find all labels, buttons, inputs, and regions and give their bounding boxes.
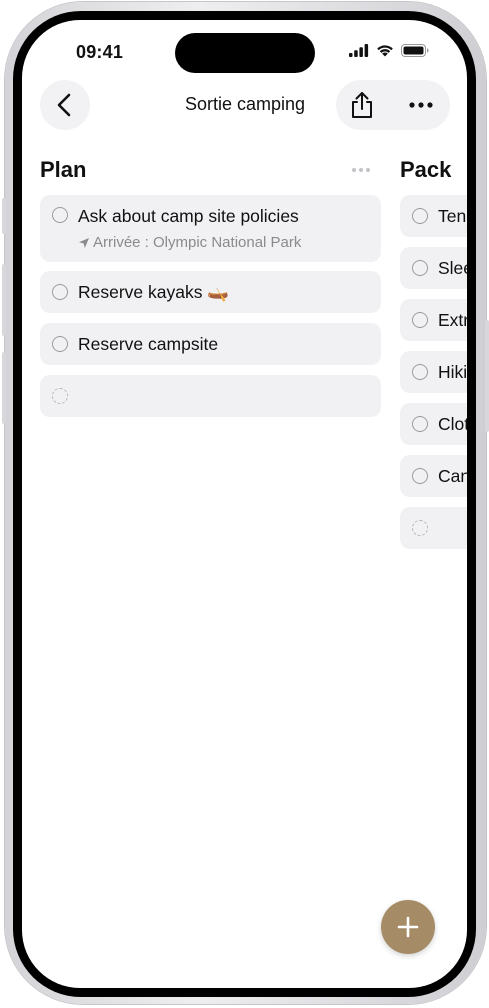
task-card[interactable]: Ten [400,195,467,237]
add-task-button[interactable] [381,900,435,954]
volume-down-button [2,352,6,424]
back-button[interactable] [40,80,90,130]
task-title: Ten [438,206,467,226]
task-checkbox[interactable] [412,468,428,484]
task-title: Can [438,466,467,486]
new-task-checkbox[interactable] [52,388,68,404]
plus-icon [397,916,419,938]
task-checkbox[interactable] [412,260,428,276]
canoe-emoji: 🛶 [207,282,230,302]
task-location-text: Arrivée : Olympic National Park [93,234,302,251]
battery-icon [401,44,429,57]
column-title-pack: Pack [400,157,452,182]
more-icon[interactable] [408,98,434,112]
status-icons [349,44,429,57]
task-title: Clot [438,414,467,434]
dynamic-island [175,33,315,73]
task-title-text: Reserve kayaks [78,282,203,302]
new-task-card[interactable] [40,375,381,417]
task-checkbox[interactable] [52,207,68,223]
task-card[interactable]: Reserve campsite [40,323,381,365]
new-task-checkbox[interactable] [412,520,428,536]
task-title: Hiki [438,362,467,382]
task-card[interactable]: Clot [400,403,467,445]
task-checkbox[interactable] [412,312,428,328]
task-card[interactable]: Reserve kayaks 🛶 [40,271,381,313]
power-button [485,320,489,432]
page-title: Sortie camping [184,94,306,114]
task-title: Reserve kayaks 🛶 [78,282,229,303]
task-checkbox[interactable] [52,284,68,300]
task-checkbox[interactable] [412,208,428,224]
task-card[interactable]: Extr [400,299,467,341]
task-card[interactable]: Slee [400,247,467,289]
chevron-left-icon [57,93,71,117]
status-time: 09:41 [76,42,124,62]
task-title: Slee [438,258,467,278]
column-title-plan: Plan [40,157,87,182]
action-button [2,198,6,234]
task-title: Reserve campsite [78,334,219,354]
task-card[interactable]: Hiki [400,351,467,393]
header-actions [336,80,450,130]
task-card[interactable]: Ask about camp site policies Arrivée : O… [40,195,381,262]
task-title: Ask about camp site policies [78,206,299,226]
share-icon[interactable] [348,90,376,120]
task-checkbox[interactable] [52,336,68,352]
cellular-signal-icon [349,44,369,57]
wifi-icon [377,45,393,57]
task-checkbox[interactable] [412,416,428,432]
task-title: Extr [438,310,467,330]
screen: 09:41 Sortie camping Plan Ask about camp… [22,20,467,988]
new-task-card[interactable] [400,507,467,549]
column-options-icon[interactable] [352,168,370,172]
task-location: Arrivée : Olympic National Park [78,234,301,251]
task-checkbox[interactable] [412,364,428,380]
task-card[interactable]: Can [400,455,467,497]
location-arrow-icon [79,237,89,248]
volume-up-button [2,264,6,336]
